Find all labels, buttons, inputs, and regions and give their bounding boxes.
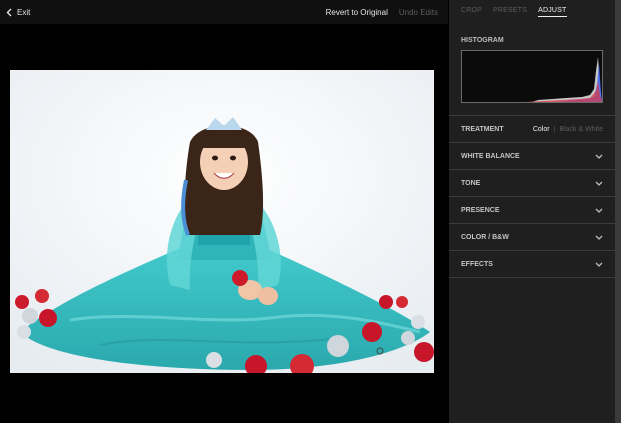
panel-tabs: CROP PRESETS ADJUST [449, 0, 615, 24]
photo-canvas [0, 24, 448, 423]
chevron-down-icon [595, 262, 603, 267]
treatment-color-option[interactable]: Color [533, 126, 550, 133]
chevron-down-icon [595, 235, 603, 240]
editor-toolbar: Exit Revert to Original Undo Edits [0, 0, 448, 24]
section-label: TONE [461, 179, 481, 187]
photo-illustration [10, 70, 434, 373]
section-tone[interactable]: TONE [449, 170, 615, 197]
tab-crop[interactable]: CROP [461, 7, 482, 14]
panel-scroll-edge [615, 0, 621, 423]
section-label: EFFECTS [461, 260, 493, 268]
undo-edits-button[interactable]: Undo Edits [399, 8, 438, 17]
histogram-section: HISTOGRAM [449, 24, 615, 116]
section-label: PRESENCE [461, 206, 500, 214]
tab-presets[interactable]: PRESETS [493, 7, 527, 14]
chevron-down-icon [595, 208, 603, 213]
chevron-down-icon [595, 181, 603, 186]
chevron-left-icon [6, 8, 12, 16]
section-label: COLOR / B&W [461, 233, 509, 241]
histogram-graph [524, 57, 602, 102]
exit-label: Exit [17, 7, 31, 17]
chevron-down-icon [595, 154, 603, 159]
treatment-label: TREATMENT [461, 125, 504, 133]
treatment-bw-option[interactable]: Black & White [559, 126, 603, 133]
histogram [461, 50, 603, 103]
exit-button[interactable]: Exit [6, 8, 30, 17]
section-effects[interactable]: EFFECTS [449, 251, 615, 278]
section-color-bw[interactable]: COLOR / B&W [449, 224, 615, 251]
section-presence[interactable]: PRESENCE [449, 197, 615, 224]
revert-to-original-button[interactable]: Revert to Original [326, 8, 388, 17]
tab-adjust[interactable]: ADJUST [538, 7, 567, 17]
histogram-label: HISTOGRAM [461, 37, 504, 44]
treatment-row: TREATMENT Color | Black & White [449, 116, 615, 143]
adjust-panel: CROP PRESETS ADJUST HISTOGRAM TREATMENT … [449, 0, 615, 423]
treatment-separator: | [553, 125, 556, 133]
photo-preview[interactable] [10, 70, 434, 373]
section-label: WHITE BALANCE [461, 152, 520, 160]
section-white-balance[interactable]: WHITE BALANCE [449, 143, 615, 170]
